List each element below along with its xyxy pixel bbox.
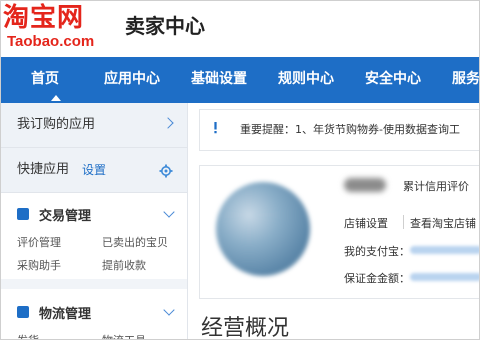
link-early-payment[interactable]: 提前收款: [102, 257, 146, 273]
link-logistics-tools[interactable]: 物流工具: [102, 332, 146, 339]
nav-item-app-center[interactable]: 应用中心: [104, 57, 160, 103]
username-blurred: [344, 178, 386, 192]
nav-item-basic-settings[interactable]: 基础设置: [191, 57, 247, 103]
chevron-right-icon: [162, 117, 174, 129]
alipay-label: 我的支付宝：: [344, 245, 410, 258]
info-icon: [214, 122, 217, 134]
link-purchase-assistant[interactable]: 采购助手: [17, 257, 61, 273]
link-review-management[interactable]: 评价管理: [17, 234, 61, 250]
alipay-value-blurred: [410, 246, 479, 254]
section-title[interactable]: 交易管理: [39, 205, 91, 224]
header: 淘宝网 Taobao.com 卖家中心: [1, 1, 479, 57]
trade-icon: [17, 208, 29, 220]
nav-item-services[interactable]: 服务: [452, 57, 479, 103]
main-nav: 首页 应用中心 基础设置 规则中心 安全中心 服务: [1, 57, 479, 103]
gear-icon[interactable]: [159, 164, 173, 178]
sidebar-item-label: 快捷应用: [17, 162, 70, 177]
taobao-logo[interactable]: 淘宝网: [3, 3, 84, 33]
credit-rating-label[interactable]: 累计信用评价: [403, 178, 469, 194]
app-window: 淘宝网 Taobao.com 卖家中心 首页 应用中心 基础设置 规则中心 安全…: [0, 0, 480, 340]
section-title[interactable]: 物流管理: [39, 303, 91, 322]
nav-item-security-center[interactable]: 安全中心: [365, 57, 421, 103]
quick-apps-settings-link[interactable]: 设置: [82, 148, 106, 192]
notice-text[interactable]: 重要提醒：1、年货节购物券-使用数据查询工: [240, 110, 460, 150]
sidebar-item-my-apps[interactable]: 我订购的应用: [1, 103, 187, 148]
active-nav-indicator: [51, 95, 61, 101]
chevron-down-icon[interactable]: [163, 304, 175, 316]
taobao-logo-domain[interactable]: Taobao.com: [7, 34, 94, 50]
sidebar: 我订购的应用 快捷应用 设置 交易管理 评价管理 已卖出的宝贝 采购助手 提前收…: [1, 103, 188, 339]
divider: [403, 215, 404, 229]
chevron-down-icon[interactable]: [163, 206, 175, 218]
sidebar-section-trade: 交易管理 评价管理 已卖出的宝贝 采购助手 提前收款: [1, 193, 187, 279]
notice-bar: 重要提醒：1、年货节购物券-使用数据查询工: [199, 109, 479, 151]
page-title: 卖家中心: [125, 14, 205, 38]
sidebar-section-logistics: 物流管理 发货 物流工具: [1, 289, 187, 339]
sidebar-item-label: 我订购的应用: [17, 117, 96, 132]
nav-item-rules-center[interactable]: 规则中心: [278, 57, 334, 103]
shop-settings-link[interactable]: 店铺设置: [344, 215, 388, 231]
deposit-label: 保证金金额：: [344, 272, 410, 285]
link-sold-items[interactable]: 已卖出的宝贝: [102, 234, 168, 250]
avatar[interactable]: [216, 182, 310, 276]
logistics-icon: [17, 306, 29, 318]
link-ship[interactable]: 发货: [17, 332, 39, 339]
view-shop-link[interactable]: 查看淘宝店铺: [410, 215, 476, 231]
deposit-value-blurred: [410, 273, 479, 281]
profile-card: 累计信用评价 店铺设置 查看淘宝店铺 我的支付宝： 保证金金额：: [199, 165, 479, 299]
overview-heading: 经营概况: [201, 316, 290, 340]
